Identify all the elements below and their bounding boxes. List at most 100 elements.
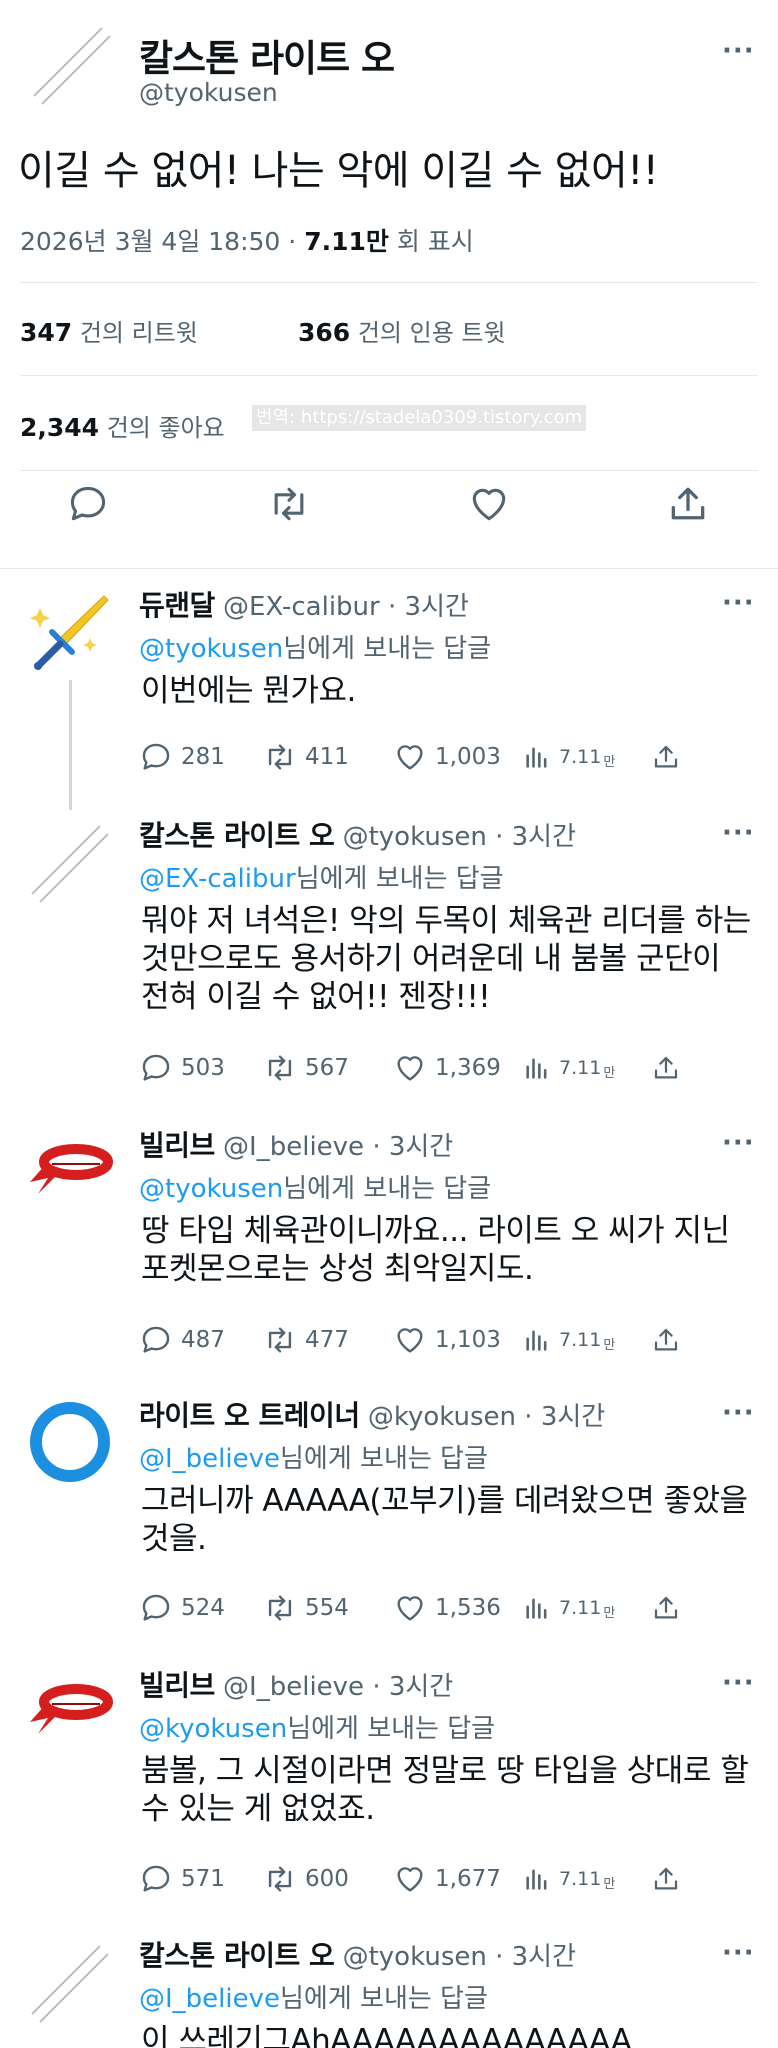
like-count: 1,677 [435, 1866, 501, 1892]
reply-author-handle[interactable]: @I_believe [223, 1132, 364, 1162]
like-stat[interactable]: 2,344 건의 좋아요 [20, 408, 225, 443]
ring-avatar[interactable] [26, 1398, 114, 1486]
more-options-icon[interactable]: ··· [722, 1668, 755, 1698]
headband-avatar[interactable] [26, 1128, 114, 1216]
replying-to: @EX-calibur님에게 보내는 답글 [139, 858, 504, 895]
reply-author-name[interactable]: 라이트 오 트레이너 [139, 1399, 360, 1432]
reply-button[interactable]: 503 [139, 1051, 225, 1085]
more-options-icon[interactable]: ··· [722, 818, 755, 848]
reply-author-handle[interactable]: @I_believe [223, 1672, 364, 1702]
tweet-date[interactable]: 2026년 3월 4일 18:50 [20, 227, 280, 256]
reply-time[interactable]: 3시간 [541, 1402, 605, 1432]
reply-button[interactable]: 524 [139, 1591, 225, 1625]
more-options-icon[interactable]: ··· [722, 1128, 755, 1158]
reply-time[interactable]: 3시간 [512, 1942, 576, 1972]
reply-author-handle[interactable]: @EX-calibur [223, 592, 380, 622]
view-count: 7.11만 [304, 227, 389, 256]
reply-icon[interactable] [66, 482, 110, 526]
reply-icon [139, 1051, 173, 1085]
headband-avatar[interactable] [26, 1668, 114, 1756]
share-icon[interactable] [666, 482, 710, 526]
views-button[interactable]: 7.11 만 [523, 740, 615, 774]
share-button[interactable] [651, 1051, 689, 1085]
mention-link[interactable]: @I_believe [139, 1984, 280, 2014]
retweet-stat[interactable]: 347 건의 리트윗 [20, 313, 198, 348]
share-button[interactable] [651, 1323, 689, 1357]
like-button[interactable]: 1,369 [393, 1051, 501, 1085]
author-name[interactable]: 칼스톤 라이트 오 [139, 28, 395, 82]
retweet-icon [263, 1862, 297, 1896]
replying-to-label: 님에게 보내는 답글 [283, 634, 492, 664]
mention-link[interactable]: @tyokusen [139, 1174, 283, 1204]
retweet-button[interactable]: 554 [263, 1591, 349, 1625]
reply-author-name[interactable]: 듀랜달 [139, 589, 215, 622]
like-count: 1,536 [435, 1595, 501, 1621]
views-button[interactable]: 7.11 만 [523, 1051, 615, 1085]
retweet-button[interactable]: 477 [263, 1323, 349, 1357]
main-tweet: 칼스톤 라이트 오 @tyokusen ··· 이길 수 없어! 나는 악에 이… [0, 0, 778, 570]
reply-author-handle[interactable]: @tyokusen [343, 1942, 487, 1972]
reply-text: 이 쓰레기그AhAAAAAAAAAAAAAA [141, 2023, 632, 2048]
slash-avatar[interactable] [26, 1938, 114, 2026]
retweet-icon[interactable] [267, 482, 311, 526]
reply-author-name[interactable]: 빌리브 [139, 1669, 215, 1702]
reply-time[interactable]: 3시간 [405, 592, 469, 622]
sword-avatar[interactable] [26, 588, 114, 676]
quote-stat[interactable]: 366 건의 인용 트윗 [298, 313, 506, 348]
mention-link[interactable]: @I_believe [139, 1444, 280, 1474]
reply-text: 땅 타입 체육관이니까요... 라이트 오 씨가 지닌 포켓몬으로는 상성 최악… [141, 1213, 730, 1287]
reply-tweet[interactable]: 칼스톤 라이트 오 @tyokusen · 3시간 ··· @I_believe… [0, 1920, 778, 2048]
slash-avatar[interactable] [26, 818, 114, 906]
reply-header: 라이트 오 트레이너 @kyokusen · 3시간 [139, 1394, 605, 1434]
reply-button[interactable]: 281 [139, 740, 225, 774]
mention-link[interactable]: @EX-calibur [139, 864, 296, 894]
more-options-icon[interactable]: ··· [722, 1398, 755, 1428]
reply-author-name[interactable]: 칼스톤 라이트 오 [139, 1939, 335, 1972]
replying-to-label: 님에게 보내는 답글 [287, 1714, 496, 1744]
tweet-action-bar [0, 482, 778, 542]
retweet-button[interactable]: 567 [263, 1051, 349, 1085]
author-avatar[interactable] [28, 20, 116, 108]
mention-link[interactable]: @kyokusen [139, 1714, 287, 1744]
views-icon [523, 743, 551, 771]
retweet-button[interactable]: 411 [263, 740, 349, 774]
reply-time[interactable]: 3시간 [512, 822, 576, 852]
views-button[interactable]: 7.11 만 [523, 1862, 615, 1896]
retweet-count: 411 [305, 744, 349, 770]
reply-tweet[interactable]: 빌리브 @I_believe · 3시간 ··· @kyokusen님에게 보내… [0, 1650, 778, 1920]
retweet-button[interactable]: 600 [263, 1862, 349, 1896]
share-button[interactable] [651, 740, 689, 774]
more-options-icon[interactable]: ··· [722, 36, 755, 66]
like-button[interactable]: 1,536 [393, 1591, 501, 1625]
share-button[interactable] [651, 1591, 689, 1625]
author-handle[interactable]: @tyokusen [139, 78, 278, 107]
like-button[interactable]: 1,003 [393, 740, 501, 774]
reply-tweet[interactable]: 빌리브 @I_believe · 3시간 ··· @tyokusen님에게 보내… [0, 1110, 778, 1380]
retweet-icon [263, 1591, 297, 1625]
views-icon [523, 1054, 551, 1082]
reply-tweet[interactable]: 듀랜달 @EX-calibur · 3시간 ··· @tyokusen님에게 보… [0, 570, 778, 810]
reply-button[interactable]: 487 [139, 1323, 225, 1357]
more-options-icon[interactable]: ··· [722, 588, 755, 618]
reply-author-handle[interactable]: @kyokusen [368, 1402, 516, 1432]
reply-time[interactable]: 3시간 [389, 1672, 453, 1702]
like-button[interactable]: 1,677 [393, 1862, 501, 1896]
divider [20, 470, 758, 471]
more-options-icon[interactable]: ··· [722, 1938, 755, 1968]
reply-tweet[interactable]: 라이트 오 트레이너 @kyokusen · 3시간 ··· @I_believ… [0, 1380, 778, 1650]
reply-author-name[interactable]: 빌리브 [139, 1129, 215, 1162]
like-icon[interactable] [467, 482, 511, 526]
reply-author-name[interactable]: 칼스톤 라이트 오 [139, 819, 335, 852]
reply-icon [139, 1591, 173, 1625]
views-button[interactable]: 7.11 만 [523, 1323, 615, 1357]
mention-link[interactable]: @tyokusen [139, 634, 283, 664]
share-button[interactable] [651, 1862, 689, 1896]
reply-time[interactable]: 3시간 [389, 1132, 453, 1162]
like-button[interactable]: 1,103 [393, 1323, 501, 1357]
separator-dot: · [372, 1132, 381, 1162]
reply-button[interactable]: 571 [139, 1862, 225, 1896]
views-button[interactable]: 7.11 만 [523, 1591, 615, 1625]
reply-author-handle[interactable]: @tyokusen [343, 822, 487, 852]
reply-tweet[interactable]: 칼스톤 라이트 오 @tyokusen · 3시간 ··· @EX-calibu… [0, 800, 778, 1110]
tweet-detail-page: 칼스톤 라이트 오 @tyokusen ··· 이길 수 없어! 나는 악에 이… [0, 0, 778, 2048]
